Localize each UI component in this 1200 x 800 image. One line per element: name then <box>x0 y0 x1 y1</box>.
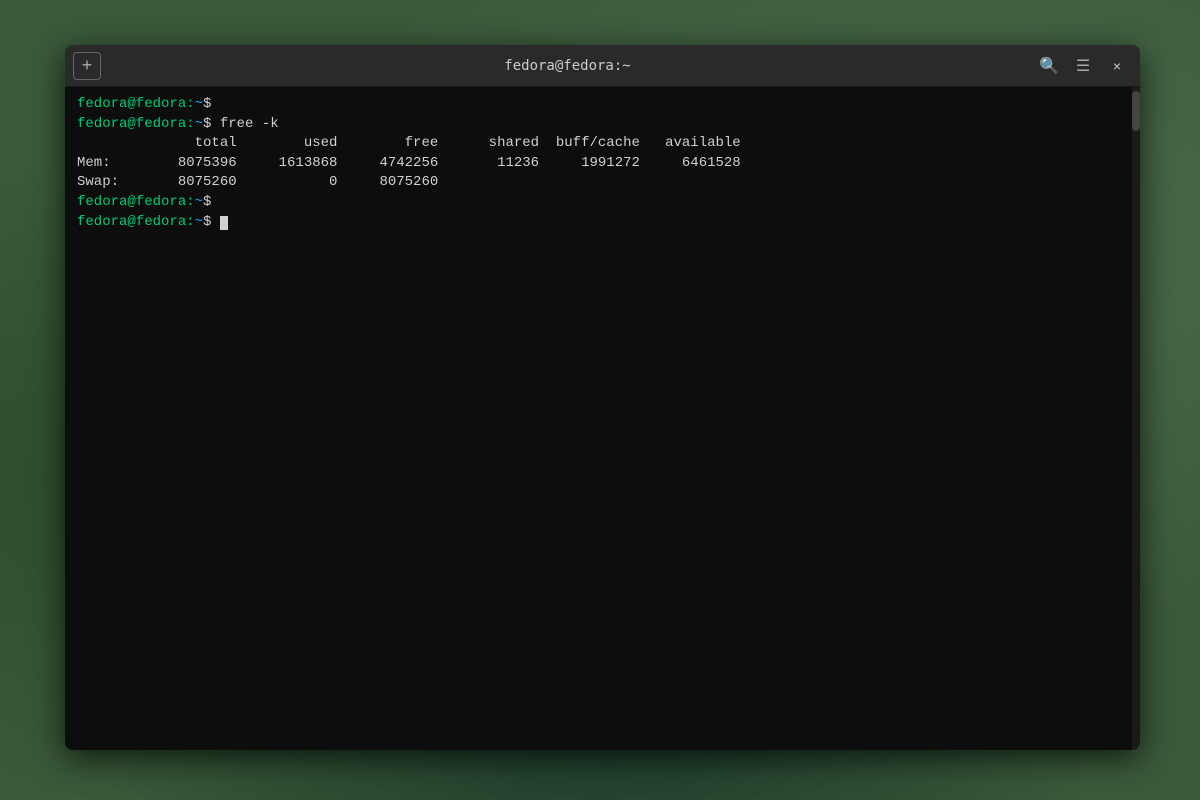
prompt-2: fedora@fedora:~ <box>77 116 203 132</box>
output-header: total used free shared buff/cache availa… <box>77 134 1128 154</box>
output-swap: Swap: 8075260 0 8075260 <box>77 173 1128 193</box>
prompt-1: fedora@fedora:~ <box>77 96 203 112</box>
title-bar-left: + <box>73 52 101 80</box>
terminal-line-6: fedora@fedora:~$ <box>77 213 1128 233</box>
title-bar: + fedora@fedora:~ 🔍 ☰ × <box>65 45 1140 87</box>
cmd-2: $ free -k <box>203 116 279 132</box>
terminal-line-2: fedora@fedora:~$ free -k <box>77 115 1128 135</box>
cmd-6: $ <box>203 214 220 230</box>
close-button[interactable]: × <box>1102 52 1132 80</box>
cmd-5: $ <box>203 194 211 210</box>
scrollbar-thumb[interactable] <box>1132 91 1140 131</box>
terminal-window: + fedora@fedora:~ 🔍 ☰ × fedora@fedora:~$… <box>65 45 1140 750</box>
window-title: fedora@fedora:~ <box>101 58 1034 74</box>
new-tab-icon: + <box>82 55 93 76</box>
new-tab-button[interactable]: + <box>73 52 101 80</box>
prompt-5: fedora@fedora:~ <box>77 194 203 210</box>
terminal-cursor <box>220 216 228 230</box>
scrollbar-track[interactable] <box>1132 87 1140 750</box>
terminal-line-5: fedora@fedora:~$ <box>77 193 1128 213</box>
output-mem: Mem: 8075396 1613868 4742256 11236 19912… <box>77 154 1128 174</box>
cmd-1: $ <box>203 96 211 112</box>
terminal-line-1: fedora@fedora:~$ <box>77 95 1128 115</box>
search-button[interactable]: 🔍 <box>1034 52 1064 80</box>
terminal-body[interactable]: fedora@fedora:~$ fedora@fedora:~$ free -… <box>65 87 1140 750</box>
title-bar-controls: 🔍 ☰ × <box>1034 52 1132 80</box>
menu-button[interactable]: ☰ <box>1068 52 1098 80</box>
prompt-6: fedora@fedora:~ <box>77 214 203 230</box>
